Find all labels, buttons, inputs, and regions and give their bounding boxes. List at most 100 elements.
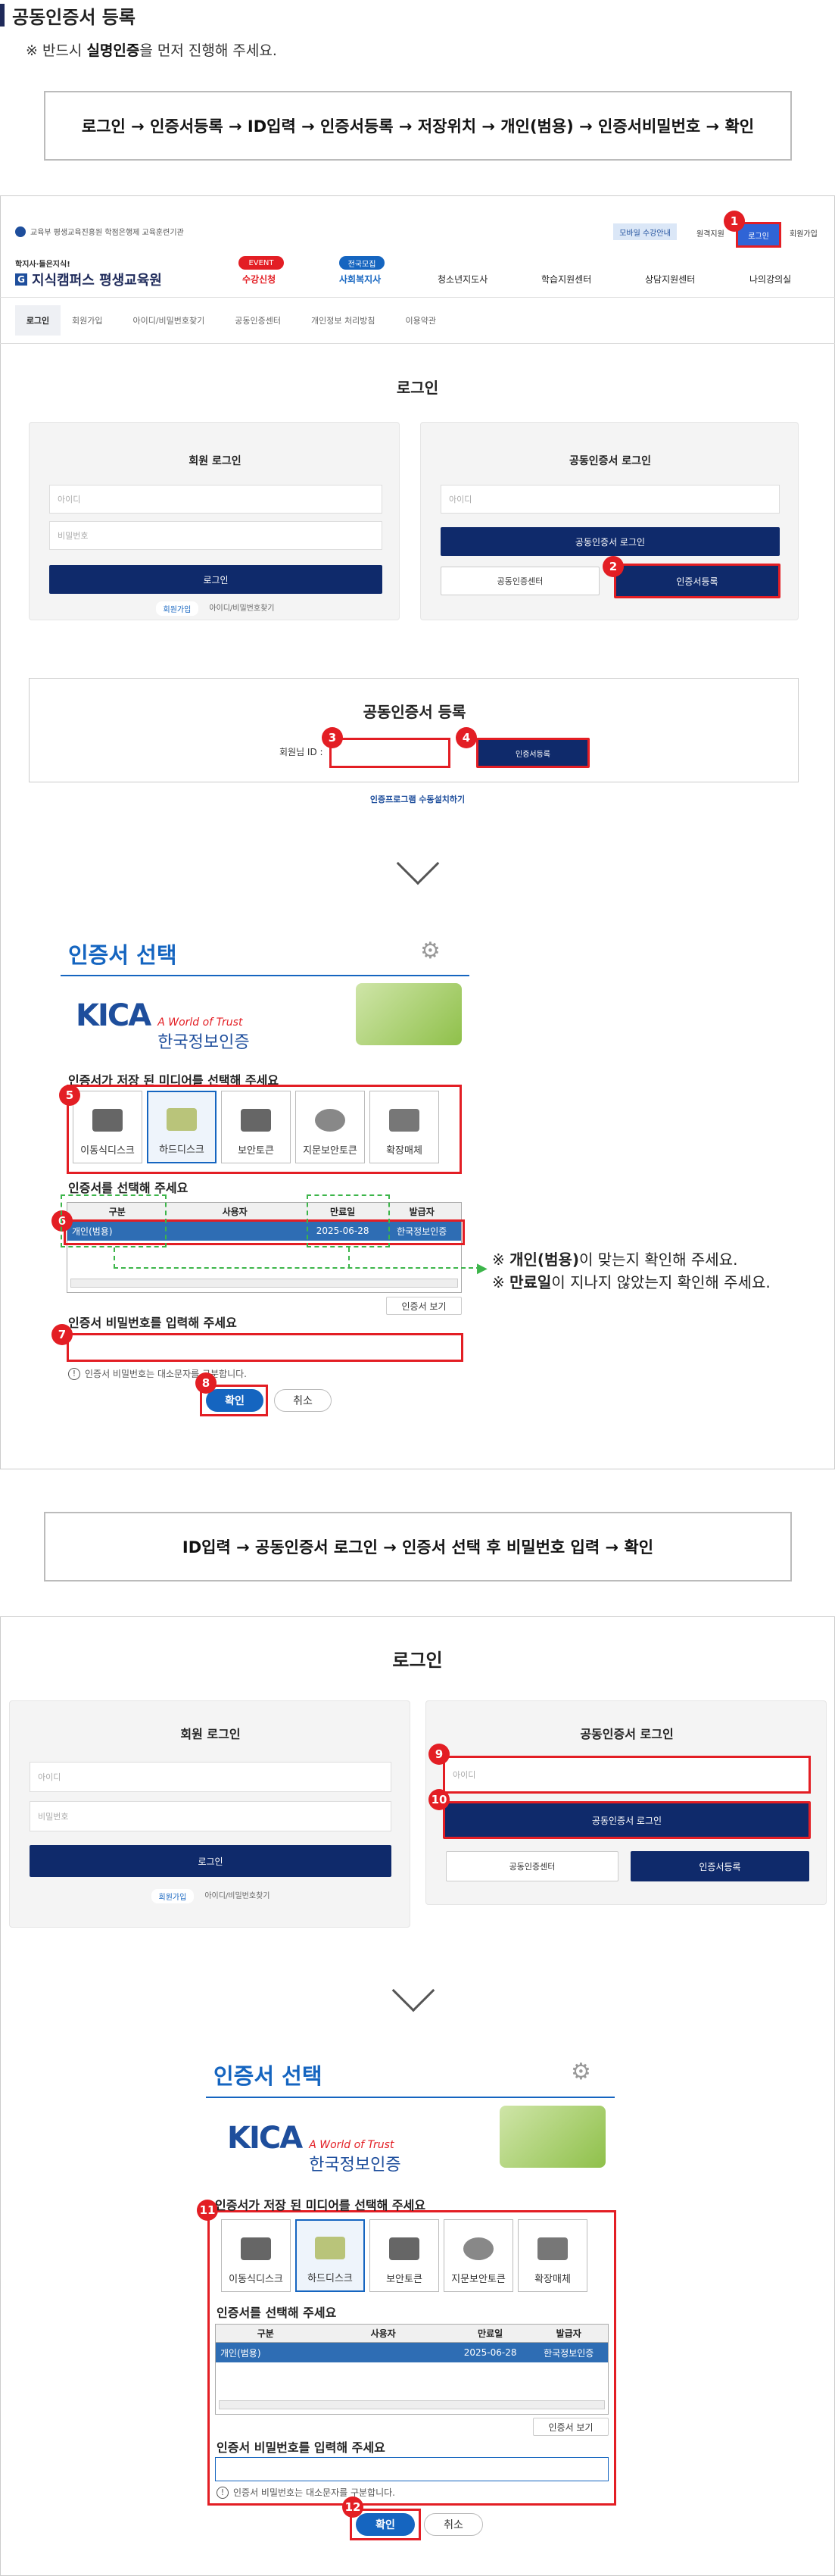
member-login-title: 회원 로그인 [188,455,241,467]
cert-center-button[interactable]: 공동인증센터 [441,567,600,595]
dialog1-title: 인증서 선택 [68,942,177,968]
remote-support-link[interactable]: 원격지원 [696,227,724,239]
subnav-cert-center[interactable]: 공동인증센터 [235,314,281,326]
step-badge-2: 2 [603,556,624,577]
connector-horizontal [114,1267,481,1269]
member-pw-input-2[interactable]: 비밀번호 [30,1801,391,1831]
pw-hint: ! 인증서 비밀번호는 대소문자를 구분합니다. [68,1367,247,1380]
media-options-2: 이동식디스크 하드디스크 보안토큰 지문보안토큰 확장매체 [221,2219,587,2292]
subnav-join[interactable]: 회원가입 [72,314,102,326]
ok-button-2[interactable]: 확인 [356,2513,415,2536]
cert-login-title-2: 공동인증서 로그인 [580,1727,674,1741]
media-removable-disk-2[interactable]: 이동식디스크 [221,2219,291,2292]
info-icon: ! [68,1367,80,1380]
cancel-button-2[interactable]: 취소 [424,2513,483,2536]
cert-login-panel: 공동인증서 로그인 아이디 공동인증서 로그인 공동인증센터 인증서등록 [420,422,799,620]
media-hard-disk-2[interactable]: 하드디스크 [295,2219,365,2292]
subnav-terms[interactable]: 이용약관 [405,314,435,326]
step-badge-8: 8 [195,1372,217,1394]
media-removable-disk[interactable]: 이동식디스크 [73,1091,142,1163]
recruit-tag: 전국모집 [339,256,385,270]
cert-login-button-2[interactable]: 공동인증서 로그인 [443,1801,811,1839]
mobile-guide-link[interactable]: 모바일 수강안내 [613,223,677,240]
member-links-2: 회원가입 아이디/비밀번호찾기 [131,1889,290,1903]
media-label-2: 인증서가 저장 된 미디어를 선택해 주세요 [215,2198,426,2212]
cert-login-button[interactable]: 공동인증서 로그인 [441,527,780,556]
member-id-input-2[interactable]: 아이디 [30,1762,391,1792]
cert-register-button[interactable]: 인증서등록 [614,564,780,598]
list-icon-2 [537,2237,568,2260]
cert-pw-input-2[interactable] [215,2457,609,2481]
join-link[interactable]: 회원가입 [155,601,199,616]
cert-id-input-2[interactable]: 아이디 [443,1756,811,1794]
nav-item-youth-counselor[interactable]: 청소년지도사 [438,273,488,286]
find-link-2[interactable]: 아이디/비밀번호찾기 [204,1889,270,1903]
usb-icon [92,1109,123,1132]
table-scrollbar[interactable] [70,1279,458,1288]
member-pw-input[interactable]: 비밀번호 [49,521,382,550]
site-logo[interactable]: G 지식캠퍼스 평생교육원 [15,270,162,289]
media-hard-disk[interactable]: 하드디스크 [147,1091,217,1163]
member-id-input[interactable]: 아이디 [49,485,382,514]
subnav-login[interactable]: 로그인 [15,305,61,336]
cert-center-button-2[interactable]: 공동인증센터 [446,1851,618,1881]
cert-table-row-2[interactable]: 개인(범용) 2025-06-28 한국정보인증 [216,2343,608,2362]
cert-id-input[interactable]: 아이디 [441,485,780,514]
media-security-token[interactable]: 보안토큰 [221,1091,291,1163]
register-id-input[interactable] [329,738,450,768]
callout-text: ※ 개인(범용)이 맞는지 확인해 주세요. ※ 만료일이 지나지 않았는지 확… [492,1251,771,1291]
media-extension-2[interactable]: 확장매체 [518,2219,587,2292]
ok-button-1[interactable]: 확인 [206,1389,263,1412]
fingerprint-icon [315,1109,345,1132]
member-login-title-2: 회원 로그인 [180,1727,241,1741]
media-extension[interactable]: 확장매체 [369,1091,439,1163]
top-join-link[interactable]: 회원가입 [790,227,818,239]
member-login-button-2[interactable]: 로그인 [30,1845,391,1877]
topbar: 교육부 평생교육진흥원 학점은행제 교육훈련기관 [15,226,184,237]
nav-item-learning-support[interactable]: 학습지원센터 [541,273,591,286]
join-link-2[interactable]: 회원가입 [151,1889,195,1903]
sub-nav: 로그인 회원가입 아이디/비밀번호찾기 공동인증센터 개인정보 처리방침 이용약… [15,298,820,343]
cert-label: 인증서를 선택해 주세요 [68,1181,188,1195]
token-icon-2 [389,2237,419,2260]
cert-register-button-2[interactable]: 인증서등록 [631,1851,809,1881]
type-dashed-box [61,1194,167,1247]
find-link[interactable]: 아이디/비밀번호찾기 [209,601,274,616]
kica-logo: KICA A World of Trust 한국정보인증 [76,998,250,1052]
nav-item-enroll[interactable]: 수강신청 [242,273,276,286]
page-title: 공동인증서 등록 [12,6,136,28]
kica-logo-2: KICA A World of Trust 한국정보인증 [227,2121,401,2175]
fingerprint-icon-2 [463,2237,494,2260]
step-badge-12: 12 [342,2496,363,2518]
subnav-privacy[interactable]: 개인정보 처리방침 [311,314,375,326]
hdd-icon-2 [315,2237,345,2259]
dialog2-title: 인증서 선택 [213,2063,322,2089]
section-title: 공동인증서 등록 [0,0,136,30]
view-cert-button-2[interactable]: 인증서 보기 [533,2418,609,2436]
subnav-find[interactable]: 아이디/비밀번호찾기 [132,314,204,326]
media-fingerprint-token-2[interactable]: 지문보안토큰 [444,2219,513,2292]
token-icon [241,1109,271,1132]
member-login-button[interactable]: 로그인 [49,565,382,594]
hdd-icon [167,1108,197,1131]
nav-item-my-classroom[interactable]: 나의강의실 [749,273,791,286]
info-icon-2: ! [217,2486,229,2499]
register-cert-button[interactable]: 인증서등록 [476,738,590,768]
cert-login-panel-2: 공동인증서 로그인 아이디 공동인증서 로그인 공동인증센터 인증서등록 [425,1700,827,1905]
title-bar-accent [0,4,5,27]
cert-pw-input[interactable] [67,1333,463,1362]
media-security-token-2[interactable]: 보안토큰 [369,2219,439,2292]
nav-item-counsel-support[interactable]: 상담지원센터 [645,273,695,286]
cancel-button-1[interactable]: 취소 [274,1389,332,1412]
cert-register-panel: 공동인증서 등록 회원님 ID : 인증서등록 [29,678,799,782]
step-badge-1: 1 [724,211,745,232]
step-badge-10: 10 [428,1789,450,1810]
gear-icon-2: ⚙ [571,2059,591,2085]
table-scrollbar-2[interactable] [219,2400,605,2409]
install-program-link[interactable]: 인증프로그램 수동설치하기 [0,793,835,805]
media-fingerprint-token[interactable]: 지문보안토큰 [295,1091,365,1163]
view-cert-button[interactable]: 인증서 보기 [386,1297,462,1315]
connector-left [114,1247,115,1269]
logo-mark-icon: G [15,273,27,286]
nav-item-social-worker[interactable]: 사회복지사 [339,273,381,286]
